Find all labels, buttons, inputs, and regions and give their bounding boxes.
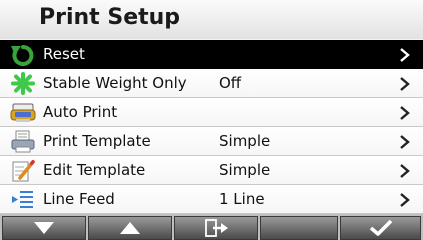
menu-item-value: 1 Line bbox=[219, 190, 265, 208]
print-setup-menu: Reset Stable Weight Only Off Auto Print … bbox=[0, 40, 423, 214]
chevron-right-icon bbox=[400, 106, 410, 120]
confirm-button[interactable] bbox=[340, 216, 421, 240]
menu-item-print-template[interactable]: Print Template Simple bbox=[0, 127, 423, 156]
menu-item-label: Line Feed bbox=[43, 190, 115, 208]
menu-item-stable-weight-only[interactable]: Stable Weight Only Off bbox=[0, 69, 423, 98]
menu-item-auto-print[interactable]: Auto Print bbox=[0, 98, 423, 127]
menu-item-label: Print Template bbox=[43, 132, 151, 150]
menu-item-value: Simple bbox=[219, 161, 271, 179]
menu-item-label: Edit Template bbox=[43, 161, 146, 179]
menu-item-label: Auto Print bbox=[43, 103, 118, 121]
chevron-right-icon bbox=[400, 164, 410, 178]
arrow-up-icon bbox=[120, 222, 140, 234]
reset-arrow-icon bbox=[11, 45, 34, 66]
edit-template-icon bbox=[12, 159, 35, 182]
title-bar: Print Setup bbox=[0, 0, 423, 39]
print-setup-screen: Print Setup Reset Stable Weight Only Off… bbox=[0, 0, 423, 240]
auto-print-icon bbox=[10, 103, 36, 122]
scroll-down-button[interactable] bbox=[2, 216, 86, 240]
exit-button[interactable] bbox=[174, 216, 258, 240]
menu-item-value: Simple bbox=[219, 132, 271, 150]
page-title: Print Setup bbox=[39, 5, 181, 30]
exit-icon bbox=[205, 219, 228, 237]
stable-weight-icon bbox=[11, 72, 35, 95]
menu-item-label: Reset bbox=[43, 45, 85, 63]
line-feed-icon bbox=[12, 191, 33, 208]
chevron-right-icon bbox=[400, 77, 410, 91]
menu-item-value: Off bbox=[219, 74, 242, 92]
menu-item-edit-template[interactable]: Edit Template Simple bbox=[0, 156, 423, 185]
menu-item-label: Stable Weight Only bbox=[43, 74, 187, 92]
print-template-icon bbox=[11, 130, 35, 153]
scroll-up-button[interactable] bbox=[88, 216, 172, 240]
checkmark-icon bbox=[369, 219, 392, 236]
softkey-bar bbox=[0, 214, 423, 240]
chevron-right-icon bbox=[400, 193, 410, 207]
menu-item-line-feed[interactable]: Line Feed 1 Line bbox=[0, 185, 423, 214]
menu-item-reset[interactable]: Reset bbox=[0, 40, 423, 69]
blank-softkey[interactable] bbox=[260, 216, 338, 240]
arrow-down-icon bbox=[34, 222, 54, 234]
chevron-right-icon bbox=[400, 135, 410, 149]
chevron-right-icon bbox=[400, 48, 410, 62]
